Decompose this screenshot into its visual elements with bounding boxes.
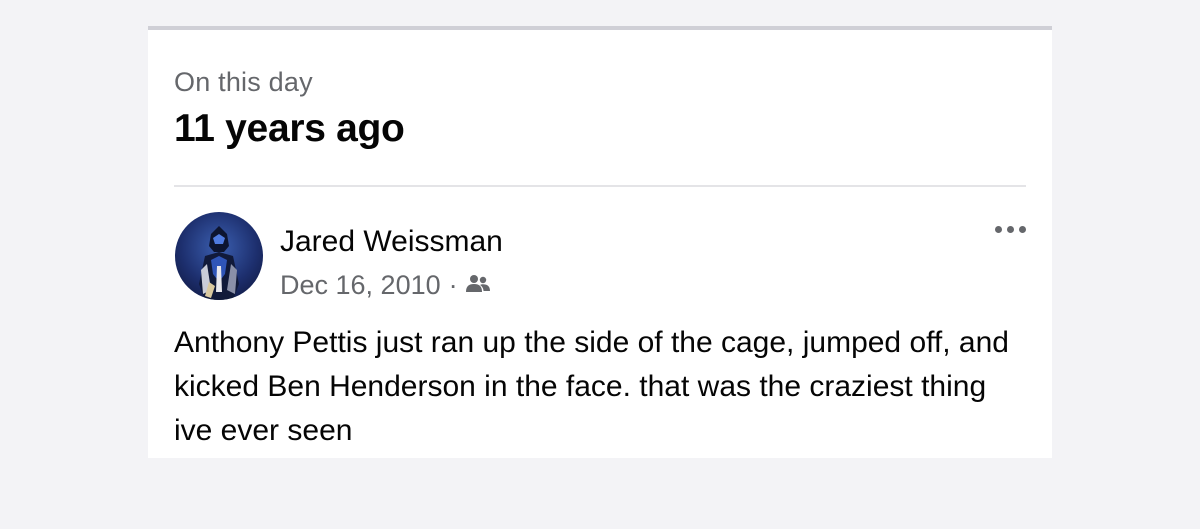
friends-icon[interactable] xyxy=(465,268,490,302)
post-date[interactable]: Dec 16, 2010 xyxy=(280,268,441,302)
memory-eyebrow: On this day xyxy=(174,67,313,97)
more-dot xyxy=(995,226,1002,233)
post-text: Anthony Pettis just ran up the side of t… xyxy=(174,326,1009,447)
memory-header: On this day 11 years ago xyxy=(174,66,405,152)
post-meta: Dec 16, 2010 · xyxy=(280,268,490,302)
meta-separator: · xyxy=(448,270,458,300)
more-dot xyxy=(1019,226,1026,233)
post-author[interactable]: Jared Weissman xyxy=(280,224,503,260)
more-options-icon[interactable] xyxy=(995,226,1026,233)
more-dot xyxy=(1007,226,1014,233)
avatar[interactable] xyxy=(175,212,263,300)
memory-title: 11 years ago xyxy=(174,107,405,150)
memory-card: On this day 11 years ago Jared Weissman … xyxy=(148,26,1052,458)
page: On this day 11 years ago Jared Weissman … xyxy=(0,0,1200,529)
profile-avatar-icon xyxy=(199,226,239,300)
divider xyxy=(174,185,1026,187)
